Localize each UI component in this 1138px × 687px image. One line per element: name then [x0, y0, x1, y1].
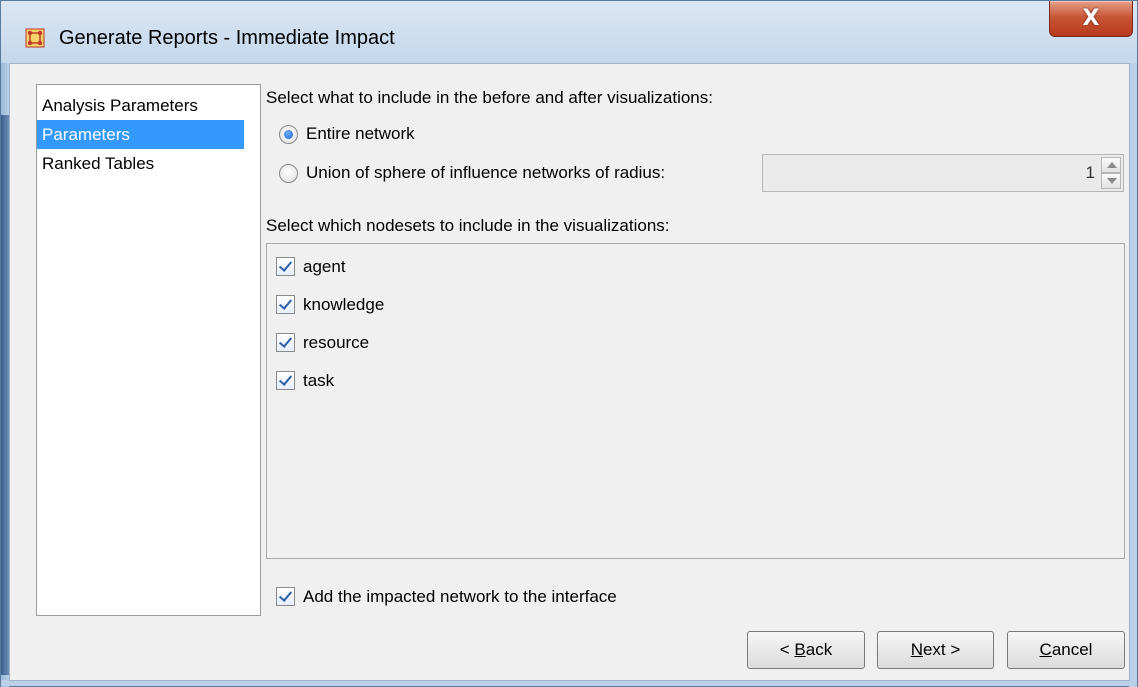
next-button-mnemonic: N — [910, 640, 923, 659]
add-network-label: Add the impacted network to the interfac… — [303, 587, 617, 606]
dialog-content: Analysis Parameters Parameters Ranked Ta… — [9, 63, 1130, 681]
back-button-rest: ack — [805, 640, 833, 659]
spinner-down-icon[interactable] — [1101, 173, 1121, 189]
spinner-up-icon[interactable] — [1101, 157, 1121, 173]
next-button[interactable]: Next > — [877, 631, 994, 669]
nav-list: Analysis Parameters Parameters Ranked Ta… — [36, 84, 261, 616]
nodeset-label: knowledge — [303, 295, 385, 314]
union-sphere-label[interactable]: Union of sphere of influence networks of… — [306, 163, 665, 183]
window-frame-right — [1129, 63, 1137, 687]
nodesets-list: agent knowledge resource task — [266, 243, 1125, 559]
checkbox-icon[interactable] — [276, 295, 295, 314]
visualization-prompt: Select what to include in the before and… — [266, 88, 713, 107]
entire-network-label[interactable]: Entire network — [306, 124, 415, 144]
nav-item-analysis-parameters[interactable]: Analysis Parameters — [37, 91, 244, 120]
checkbox-icon[interactable] — [276, 257, 295, 276]
nodeset-label: task — [303, 371, 335, 390]
nav-item-parameters[interactable]: Parameters — [37, 120, 244, 149]
radius-spinner[interactable]: 1 — [762, 154, 1124, 192]
back-button[interactable]: < Back — [747, 631, 865, 669]
cancel-button-mnemonic: C — [1039, 640, 1052, 659]
radius-value[interactable]: 1 — [1086, 163, 1095, 183]
back-button-prefix: < — [779, 640, 795, 659]
nodeset-label: agent — [303, 257, 346, 276]
title-bar[interactable]: Generate Reports - Immediate Impact X — [1, 1, 1137, 63]
network-grid-icon — [25, 28, 45, 48]
union-sphere-radio[interactable] — [279, 164, 298, 183]
dialog-window: Generate Reports - Immediate Impact X An… — [0, 0, 1138, 687]
entire-network-radio[interactable] — [279, 125, 298, 144]
checkbox-icon[interactable] — [276, 333, 295, 352]
nav-item-ranked-tables[interactable]: Ranked Tables — [37, 149, 244, 178]
next-button-rest: ext > — [922, 640, 961, 659]
back-button-mnemonic: B — [794, 640, 806, 659]
nodesets-prompt: Select which nodesets to include in the … — [266, 216, 670, 235]
checkbox-icon[interactable] — [276, 587, 295, 606]
nodeset-label: resource — [303, 333, 370, 352]
cancel-button-rest: ancel — [1051, 640, 1093, 659]
close-button[interactable]: X — [1049, 1, 1133, 37]
cancel-button[interactable]: Cancel — [1007, 631, 1125, 669]
window-frame-left — [1, 63, 9, 687]
close-icon: X — [1082, 6, 1100, 31]
window-title: Generate Reports - Immediate Impact — [59, 27, 395, 49]
checkbox-icon[interactable] — [276, 371, 295, 390]
